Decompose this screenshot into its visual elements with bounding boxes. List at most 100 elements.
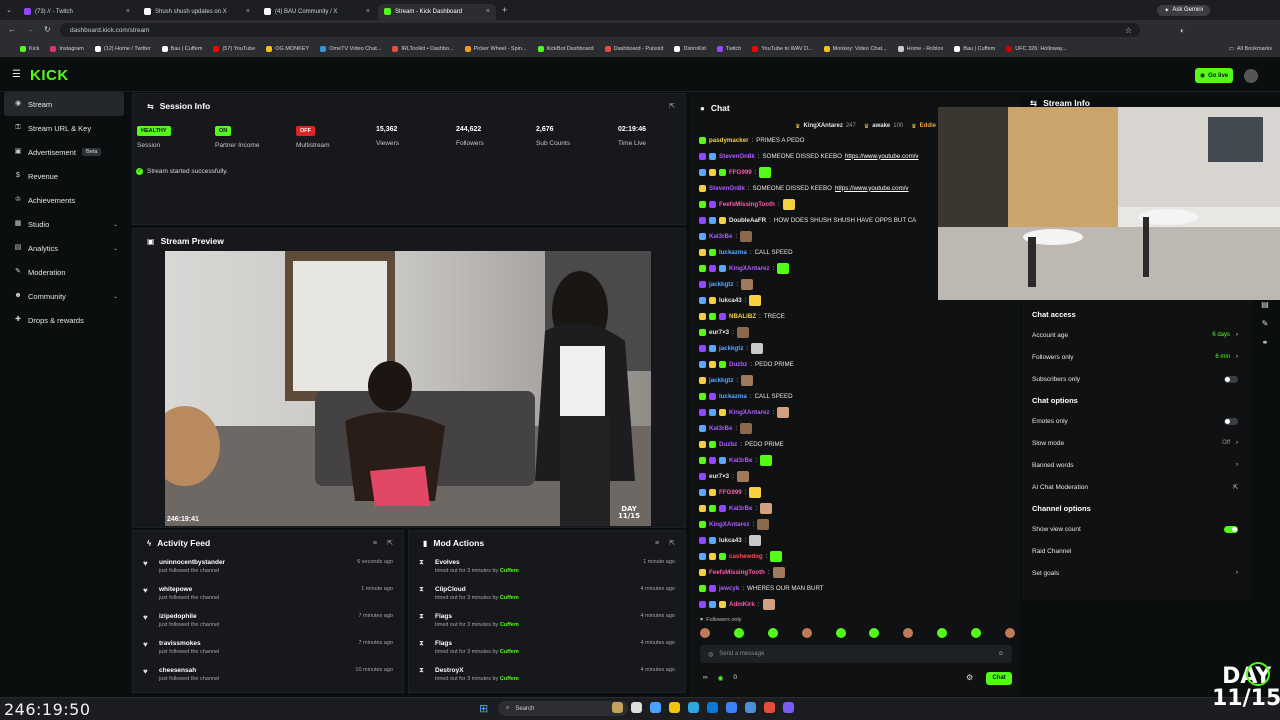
bookmark-item[interactable]: (12) Home / Twitter [94,45,151,52]
chat-username[interactable]: Duzbz [729,361,747,368]
chat-username[interactable]: NBALIBZ [729,313,756,320]
chat-input[interactable]: ◍ Send a message ☺ [700,645,1012,663]
bookmark-item[interactable]: Bau | Cuffem [954,45,995,52]
sidebar-item[interactable]: ◉ Stream [4,92,124,116]
bookmark-item[interactable]: Home - Roblox [897,45,943,52]
bookmark-item[interactable]: Kick [20,45,39,52]
bookmark-item[interactable]: OG MONKEY [266,45,309,52]
browser-tab[interactable]: (73) // - Twitch × [18,4,136,20]
edge-icon[interactable] [688,702,699,713]
profile-icon[interactable]: ◐ [1180,26,1185,35]
chat-username[interactable]: lukca43 [719,537,742,544]
chat-points[interactable]: ∞ ◉ 0 [703,674,737,682]
toggle-switch[interactable] [1224,525,1238,533]
copilot-icon[interactable] [650,702,661,713]
chat-link[interactable]: https://www.youtube.com/v [845,153,919,160]
chat-username[interactable]: FeefsMissingTooth [719,201,775,208]
widgets-icon[interactable] [612,702,623,713]
bookmark-item[interactable]: Dashboard - Pulsoid [604,45,663,52]
chat-username[interactable]: pasdymacker [709,137,749,144]
chat-username[interactable]: AdinKirk [729,601,755,608]
bookmark-item[interactable]: UFC 326: Holloway... [1006,45,1067,52]
chat-username[interactable]: luckazma [719,249,747,256]
share-icon[interactable]: ⚭ [1262,338,1269,347]
bookmark-item[interactable]: YouTube to WAV D... [752,45,813,52]
chat-username[interactable]: jackkgtz [719,345,743,352]
setting-row[interactable]: Account age 6 days › [1022,324,1252,346]
bookmark-item[interactable]: DistroKid [674,45,706,52]
external-link-icon[interactable]: ⇱ [1233,484,1238,491]
layout-icon[interactable]: ▤ [1261,300,1269,309]
leaderboard-entry[interactable]: ♛ KingXAntarez 247 [795,123,856,130]
user-avatar[interactable] [1244,69,1258,83]
browser-tab[interactable]: Stream - Kick Dashboard × [378,3,496,20]
filter-icon[interactable]: ≡ [655,540,659,547]
back-icon[interactable]: ← [8,25,16,34]
chat-username[interactable]: StevenOn8k [709,185,745,192]
forward-icon[interactable]: → [26,25,34,34]
chat-username[interactable]: KingXAntarez [729,409,770,416]
chat-username[interactable]: FFG999 [719,489,742,496]
bookmark-item[interactable]: Twitch [716,45,741,52]
chevron-right-icon[interactable]: › [1236,354,1238,360]
setting-row[interactable]: Slow mode Off › [1022,432,1252,454]
sidebar-item[interactable]: ☻ Community ⌄ [0,284,128,308]
sidebar-item[interactable]: ▣ Advertisement Beta [0,140,128,164]
url-field[interactable]: dashboard.kick.com/stream ☆ [60,23,1140,37]
chat-username[interactable]: jewcyk [719,585,739,592]
emote-picker-icon[interactable]: ☺ [998,651,1004,657]
kick-logo[interactable]: KICK [30,67,69,84]
chat-username[interactable]: Kal3rBe [729,457,752,464]
sidebar-item[interactable]: ✎ Moderation [0,260,128,284]
leaderboard-entry[interactable]: ♛ Eddie [911,123,936,130]
bookmark-item[interactable]: Instagram [50,45,84,52]
chat-username[interactable]: StevenOn8k [719,153,755,160]
chat-settings-gear-icon[interactable]: ⚙ [966,673,973,682]
chat-username[interactable]: jackkgtz [709,281,733,288]
toggle-switch[interactable] [1224,417,1238,425]
bookmark-star-icon[interactable]: ☆ [1125,26,1132,35]
tab-close-icon[interactable]: × [486,8,490,15]
chat-send-button[interactable]: Chat [986,672,1012,685]
ask-gemini-button[interactable]: ✦ Ask Gemini [1157,4,1210,16]
setting-row[interactable]: Banned words › [1022,454,1252,476]
chat-username[interactable]: Duzbz [719,441,737,448]
tab-close-icon[interactable]: × [366,8,370,15]
setting-row[interactable]: Show view count [1022,518,1252,540]
go-live-button[interactable]: ◉ Go live [1195,68,1233,83]
chevron-down-icon[interactable]: ⌄ [113,293,118,300]
browser-tab[interactable]: (4) BAU Community / X × [258,4,376,20]
bookmark-item[interactable]: Bau | Cuffem [161,45,202,52]
windows-start-icon[interactable]: ⊞ [479,702,488,715]
filter-icon[interactable]: ≡ [373,540,377,547]
chevron-right-icon[interactable]: › [1236,570,1238,576]
popout-icon[interactable]: ⇱ [669,102,675,110]
chevron-right-icon[interactable]: › [1236,440,1238,446]
quick-emote-icon[interactable] [937,628,948,638]
stream-preview-video[interactable] [165,251,651,526]
tab-close-icon[interactable]: × [246,8,250,15]
tab-close-icon[interactable]: × [126,8,130,15]
bookmark-item[interactable]: Monkey: Video Chat... [823,45,887,52]
bookmark-item[interactable]: OmeTV Video Chat... [320,45,381,52]
toggle-switch[interactable] [1224,375,1238,383]
chat-username[interactable]: FFG999 [729,169,752,176]
sidebar-item[interactable]: ▦ Studio ⌄ [0,212,128,236]
quick-emote-icon[interactable] [733,628,744,638]
bookmark-item[interactable]: Picker Wheel - Spin... [464,45,527,52]
bookmark-item[interactable]: IRLToolkit • Dashbo... [392,45,454,52]
setting-row[interactable]: Set goals › [1022,562,1252,584]
chevron-down-icon[interactable]: ⌄ [113,221,118,228]
chat-username[interactable]: lukca43 [719,297,742,304]
all-bookmarks[interactable]: ▭ All Bookmarks [1229,46,1272,52]
setting-row[interactable]: AI Chat Moderation ⇱ [1022,476,1252,498]
chat-username[interactable]: KingXAntarez [729,265,770,272]
quick-emote-icon[interactable] [1004,628,1015,638]
task-view-icon[interactable] [631,702,642,713]
wrench-icon[interactable]: ✎ [1262,319,1269,328]
app-icon[interactable] [783,702,794,713]
chevron-right-icon[interactable]: › [1236,462,1238,468]
popout-icon[interactable]: ⇱ [387,539,393,547]
sidebar-item[interactable]: ⚿ Stream URL & Key [0,116,128,140]
sidebar-item[interactable]: ▤ Analytics ⌄ [0,236,128,260]
